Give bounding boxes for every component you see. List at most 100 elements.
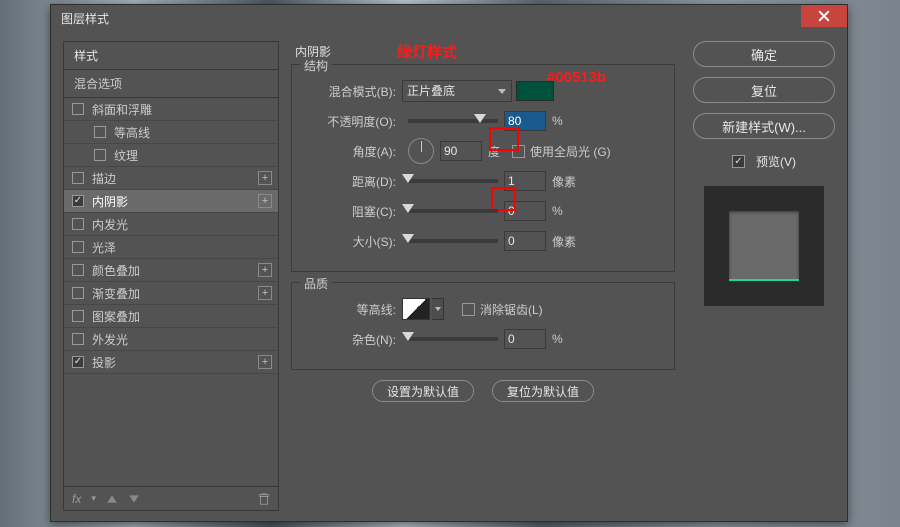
global-light-checkbox[interactable]	[512, 145, 525, 158]
sidebar-item-checkbox[interactable]	[72, 310, 84, 322]
noise-input[interactable]	[504, 329, 546, 349]
color-swatch[interactable]	[516, 81, 554, 101]
reset-button[interactable]: 复位	[693, 77, 835, 103]
angle-dial[interactable]	[408, 138, 434, 164]
sidebar-item-checkbox[interactable]	[72, 172, 84, 184]
sidebar-item-label: 斜面和浮雕	[92, 101, 152, 118]
reset-default-button[interactable]: 复位为默认值	[492, 380, 594, 402]
opacity-input[interactable]	[504, 111, 546, 131]
layer-style-dialog: 图层样式 样式 混合选项 斜面和浮雕等高线纹理描边 + 内阴影 + 内发光光泽颜色叠加 +…	[50, 4, 848, 522]
preview-label[interactable]: 预览(V)	[756, 153, 796, 170]
sidebar-item-1[interactable]: 等高线	[64, 121, 278, 144]
sidebar-item-checkbox[interactable]	[94, 149, 106, 161]
sidebar-item-checkbox[interactable]	[72, 264, 84, 276]
sidebar-item-7[interactable]: 颜色叠加 +	[64, 259, 278, 282]
angle-input[interactable]	[440, 141, 482, 161]
quality-legend: 品质	[300, 275, 332, 292]
sidebar-item-label: 纹理	[114, 147, 138, 164]
choke-unit: %	[552, 204, 563, 218]
sidebar-item-label: 图案叠加	[92, 308, 140, 325]
arrow-up-icon[interactable]	[106, 493, 118, 505]
sidebar-item-9[interactable]: 图案叠加	[64, 305, 278, 328]
sidebar-item-4[interactable]: 内阴影 +	[64, 190, 278, 213]
sidebar-header: 样式	[64, 42, 278, 70]
chevron-down-icon[interactable]: ▾	[91, 493, 96, 504]
sidebar-item-6[interactable]: 光泽	[64, 236, 278, 259]
add-effect-button[interactable]: +	[258, 263, 272, 277]
distance-input[interactable]	[504, 171, 546, 191]
ok-button[interactable]: 确定	[693, 41, 835, 67]
sidebar-item-label: 投影	[92, 354, 116, 371]
opacity-label: 不透明度(O):	[302, 113, 402, 130]
window-title: 图层样式	[61, 10, 109, 27]
noise-slider[interactable]	[408, 337, 498, 341]
quality-fieldset: 品质 等高线: 消除锯齿(L) 杂色(N): %	[291, 282, 675, 370]
blend-mode-label: 混合模式(B):	[302, 83, 402, 100]
global-light-label[interactable]: 使用全局光 (G)	[530, 143, 611, 160]
panel-title: 内阴影	[295, 43, 675, 60]
choke-slider[interactable]	[408, 209, 498, 213]
sidebar-item-checkbox[interactable]	[72, 333, 84, 345]
sidebar-item-8[interactable]: 渐变叠加 +	[64, 282, 278, 305]
noise-label: 杂色(N):	[302, 331, 402, 348]
sidebar-item-checkbox[interactable]	[72, 195, 84, 207]
sidebar-item-label: 渐变叠加	[92, 285, 140, 302]
contour-picker[interactable]	[432, 298, 444, 320]
sidebar-item-label: 描边	[92, 170, 116, 187]
opacity-slider[interactable]	[408, 119, 498, 123]
size-unit: 像素	[552, 233, 576, 250]
contour-swatch[interactable]	[402, 298, 430, 320]
new-style-button[interactable]: 新建样式(W)...	[693, 113, 835, 139]
titlebar[interactable]: 图层样式	[51, 5, 847, 31]
fx-label[interactable]: fx	[72, 492, 81, 506]
sidebar-item-10[interactable]: 外发光	[64, 328, 278, 351]
structure-legend: 结构	[300, 57, 332, 74]
sidebar-item-checkbox[interactable]	[72, 103, 84, 115]
sidebar-item-3[interactable]: 描边 +	[64, 167, 278, 190]
angle-unit: 度	[488, 143, 500, 160]
add-effect-button[interactable]: +	[258, 286, 272, 300]
sidebar-blend-options[interactable]: 混合选项	[64, 70, 278, 98]
sidebar-list: 斜面和浮雕等高线纹理描边 + 内阴影 + 内发光光泽颜色叠加 + 渐变叠加 + 图案叠加外发光投…	[64, 98, 278, 486]
sidebar-item-11[interactable]: 投影 +	[64, 351, 278, 374]
opacity-unit: %	[552, 114, 563, 128]
antialias-checkbox[interactable]	[462, 303, 475, 316]
distance-label: 距离(D):	[302, 173, 402, 190]
sidebar-item-5[interactable]: 内发光	[64, 213, 278, 236]
trash-icon[interactable]	[258, 493, 270, 505]
sidebar-item-label: 外发光	[92, 331, 128, 348]
make-default-button[interactable]: 设置为默认值	[372, 380, 474, 402]
angle-label: 角度(A):	[302, 143, 402, 160]
styles-sidebar: 样式 混合选项 斜面和浮雕等高线纹理描边 + 内阴影 + 内发光光泽颜色叠加 + 渐变叠加 +…	[63, 41, 279, 511]
add-effect-button[interactable]: +	[258, 194, 272, 208]
close-button[interactable]	[801, 5, 847, 27]
add-effect-button[interactable]: +	[258, 171, 272, 185]
blend-mode-select[interactable]: 正片叠底	[402, 80, 512, 102]
preview-checkbox[interactable]	[732, 155, 745, 168]
sidebar-item-checkbox[interactable]	[72, 287, 84, 299]
sidebar-item-label: 光泽	[92, 239, 116, 256]
settings-panel: 内阴影 绿灯样式 #00513b 结构 混合模式(B): 正片叠底 不透明度(O…	[279, 41, 687, 511]
choke-label: 阻塞(C):	[302, 203, 402, 220]
distance-slider[interactable]	[408, 179, 498, 183]
sidebar-item-0[interactable]: 斜面和浮雕	[64, 98, 278, 121]
contour-label: 等高线:	[302, 301, 402, 318]
close-icon	[818, 10, 830, 22]
size-input[interactable]	[504, 231, 546, 251]
sidebar-item-label: 等高线	[114, 124, 150, 141]
sidebar-item-2[interactable]: 纹理	[64, 144, 278, 167]
add-effect-button[interactable]: +	[258, 355, 272, 369]
arrow-down-icon[interactable]	[128, 493, 140, 505]
distance-unit: 像素	[552, 173, 576, 190]
sidebar-item-checkbox[interactable]	[94, 126, 106, 138]
antialias-label[interactable]: 消除锯齿(L)	[480, 301, 543, 318]
sidebar-item-checkbox[interactable]	[72, 218, 84, 230]
sidebar-item-label: 颜色叠加	[92, 262, 140, 279]
sidebar-item-checkbox[interactable]	[72, 241, 84, 253]
sidebar-item-label: 内发光	[92, 216, 128, 233]
sidebar-item-checkbox[interactable]	[72, 356, 84, 368]
annotation-style-name: 绿灯样式	[397, 41, 457, 62]
choke-input[interactable]	[504, 201, 546, 221]
sidebar-item-label: 内阴影	[92, 193, 128, 210]
size-slider[interactable]	[408, 239, 498, 243]
